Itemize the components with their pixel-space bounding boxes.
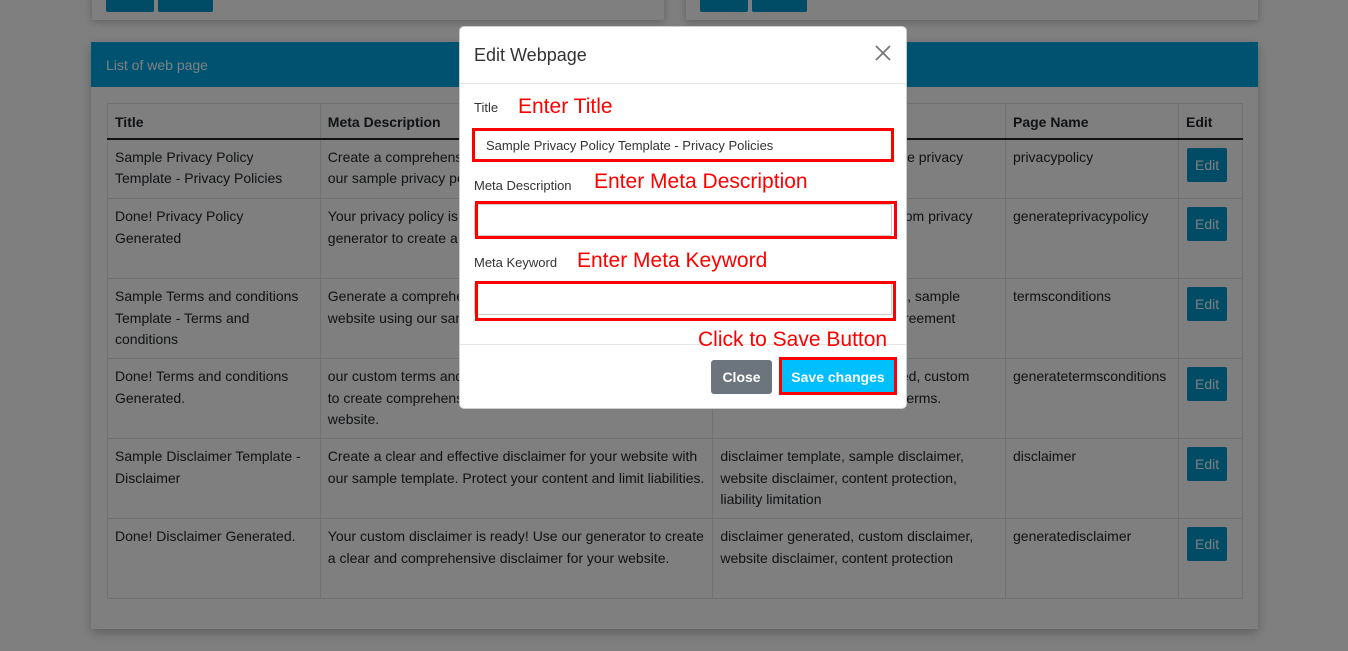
meta-keyword-field-wrap — [474, 283, 892, 315]
title-label: Title — [474, 100, 499, 115]
annotation-enter-title: Enter Title — [518, 95, 613, 118]
close-button[interactable]: Close — [711, 360, 772, 394]
meta-keyword-input[interactable] — [474, 283, 892, 315]
title-input[interactable] — [474, 130, 892, 160]
title-field-wrap — [474, 130, 892, 160]
annotation-click-save: Click to Save Button — [698, 328, 888, 351]
save-changes-button[interactable]: Save changes — [782, 360, 894, 394]
close-x-icon — [875, 45, 891, 61]
annotation-enter-meta-keyword: Enter Meta Keyword — [577, 249, 768, 272]
meta-description-input[interactable] — [474, 204, 892, 236]
modal-close-button[interactable] — [874, 41, 894, 65]
meta-description-field-wrap — [474, 204, 892, 236]
annotation-enter-meta-description: Enter Meta Description — [594, 170, 808, 193]
meta-keyword-label: Meta Keyword — [474, 255, 558, 270]
meta-description-label: Meta Description — [474, 178, 572, 193]
modal-header: Edit Webpage — [460, 27, 906, 84]
modal-title: Edit Webpage — [474, 45, 587, 65]
edit-webpage-modal: Edit Webpage Title Enter Title Meta Desc… — [459, 26, 907, 409]
